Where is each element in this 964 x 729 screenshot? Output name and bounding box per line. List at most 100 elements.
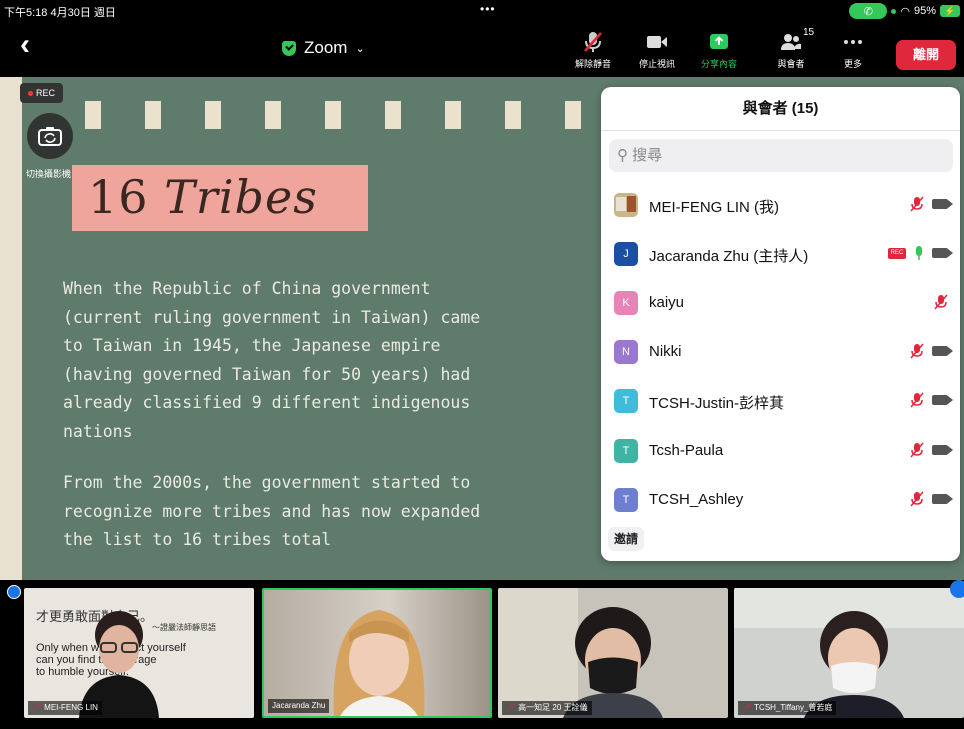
tile-name-label: 🎤︎ MEI-FENG LIN: [28, 701, 102, 715]
slide-decoration: [85, 101, 101, 129]
video-tile[interactable]: 🎤︎ TCSH_Tiffany_曾若庭: [734, 588, 964, 718]
tile-name-label: 🎤︎ TCSH_Tiffany_曾若庭: [738, 701, 837, 715]
tile-name: MEI-FENG LIN: [44, 703, 98, 712]
slide-title: 16 Tribes: [88, 170, 318, 224]
search-icon: ⚲: [617, 147, 628, 164]
avatar: T: [614, 488, 638, 512]
recording-icon: REC: [888, 247, 906, 259]
slide-decoration: [145, 101, 161, 129]
muted-mic-icon: [910, 491, 924, 507]
video-on-icon: [932, 199, 953, 209]
battery-percent: 95%: [913, 5, 936, 17]
video-strip: 才更勇敢面對自己。 ～證嚴法師靜思語 Only when we respect …: [0, 580, 964, 729]
back-button[interactable]: ‹: [20, 30, 30, 60]
switch-camera-label: 切換攝影機: [26, 169, 72, 179]
video-on-icon: [932, 248, 953, 258]
share-content-button[interactable]: 分享內容: [694, 30, 744, 70]
participants-label: 與會者: [777, 59, 805, 69]
participant-name: MEI-FENG LIN (我): [649, 199, 779, 216]
participant-name: Jacaranda Zhu (主持人): [649, 248, 809, 265]
slide-title-word: Tribes: [164, 170, 318, 224]
participant-status: [910, 343, 953, 359]
muted-mic-icon: [910, 196, 924, 212]
recording-badge: REC: [20, 83, 64, 103]
participant-row[interactable]: T Tcsh-Paula: [601, 427, 960, 476]
stop-video-label: 停止視訊: [638, 59, 675, 69]
search-input[interactable]: ⚲ 搜尋: [609, 139, 953, 172]
slide-decoration: [505, 101, 521, 129]
status-time: 下午5:18 4月30日 週日: [4, 7, 116, 19]
participant-row[interactable]: N Nikki: [601, 328, 960, 377]
leave-button[interactable]: 離開: [896, 40, 956, 70]
tile-name: TCSH_Tiffany_曾若庭: [754, 703, 833, 712]
meeting-toolbar: ‹ Zoom ⌄ 解除靜音 停止視訊 分享內容 15 與會者 更多 離開: [0, 22, 964, 77]
recording-label: REC: [36, 88, 56, 98]
tile-name: 高一知足 20 王詮儀: [518, 703, 588, 712]
participant-row[interactable]: MEI-FENG LIN (我): [601, 181, 960, 230]
pin-icon[interactable]: [7, 585, 21, 599]
participant-video: [333, 610, 425, 716]
muted-mic-icon: [910, 392, 924, 408]
slide-decoration: [445, 101, 461, 129]
slide-paragraph-1: When the Republic of China government (c…: [63, 279, 481, 441]
muted-mic-icon: [934, 294, 948, 310]
slide-paragraph-2: From the 2000s, the government started t…: [63, 473, 481, 549]
more-icon: [844, 40, 862, 44]
chevron-down-icon: ⌄: [355, 42, 365, 55]
slide-decoration: [565, 101, 581, 129]
invite-button[interactable]: 邀請: [608, 527, 645, 551]
participant-status: [910, 392, 953, 408]
more-button[interactable]: 更多: [828, 30, 878, 70]
participant-name: TCSH-Justin-彭梓萁: [649, 395, 785, 412]
slide-decoration: [325, 101, 341, 129]
participants-icon: [781, 34, 801, 50]
avatar: N: [614, 340, 638, 364]
muted-mic-icon: 🎤︎: [506, 703, 517, 712]
call-icon[interactable]: ✆: [849, 3, 888, 19]
slide-decoration: [265, 101, 281, 129]
slide-decoration: [205, 101, 221, 129]
search-placeholder: 搜尋: [632, 147, 663, 164]
unmute-button[interactable]: 解除靜音: [568, 30, 618, 70]
camera-switch-icon: [38, 127, 62, 146]
tile-name: Jacaranda Zhu: [272, 701, 326, 710]
participants-count-badge: 15: [803, 27, 815, 38]
participant-row[interactable]: K kaiyu: [601, 279, 960, 328]
muted-mic-icon: 🎤︎: [742, 703, 753, 712]
participant-name: Tcsh-Paula: [649, 442, 724, 459]
camera-indicator-icon: [891, 8, 897, 14]
meeting-title-text: Zoom: [304, 38, 348, 57]
participant-status: [910, 491, 953, 507]
participant-name: kaiyu: [649, 294, 685, 311]
more-label: 更多: [843, 59, 862, 69]
video-tile[interactable]: 才更勇敢面對自己。 ～證嚴法師靜思語 Only when we respect …: [24, 588, 254, 718]
stop-video-button[interactable]: 停止視訊: [632, 30, 682, 70]
multitask-dots[interactable]: •••: [480, 2, 496, 16]
video-on-icon: [932, 395, 953, 405]
participant-status: [910, 196, 953, 212]
participant-row[interactable]: T TCSH_Ashley: [601, 476, 960, 525]
slide-title-number: 16: [88, 170, 149, 224]
status-right: ✆ ◠ 95% ⚡: [849, 3, 960, 19]
participant-row[interactable]: J Jacaranda Zhu (主持人) REC: [601, 230, 960, 279]
participant-video: [563, 607, 663, 718]
share-screen-icon: [710, 34, 728, 49]
participants-button[interactable]: 15 與會者: [766, 27, 816, 70]
participant-row[interactable]: T TCSH-Justin-彭梓萁: [601, 377, 960, 426]
participant-name: Nikki: [649, 343, 682, 360]
avatar: T: [614, 389, 638, 413]
battery-icon: ⚡: [940, 5, 960, 17]
switch-camera-button[interactable]: [27, 113, 73, 159]
tile-name-label: 🎤︎ 高一知足 20 王詮儀: [502, 701, 592, 715]
video-tile[interactable]: 🎤︎ 高一知足 20 王詮儀: [498, 588, 728, 718]
share-content-label: 分享內容: [700, 59, 737, 69]
avatar: J: [614, 242, 638, 266]
participant-status: REC: [888, 245, 953, 261]
collapse-strip-icon[interactable]: [950, 580, 964, 598]
security-shield-icon: [282, 40, 296, 56]
meeting-title[interactable]: Zoom ⌄: [282, 38, 365, 58]
profile-photo-icon: [616, 196, 636, 212]
muted-mic-icon: [584, 32, 602, 52]
video-tile[interactable]: Jacaranda Zhu: [262, 588, 492, 718]
participants-panel: 與會者 (15) ⚲ 搜尋 MEI-FENG LIN (我) J Jacaran…: [601, 87, 960, 561]
